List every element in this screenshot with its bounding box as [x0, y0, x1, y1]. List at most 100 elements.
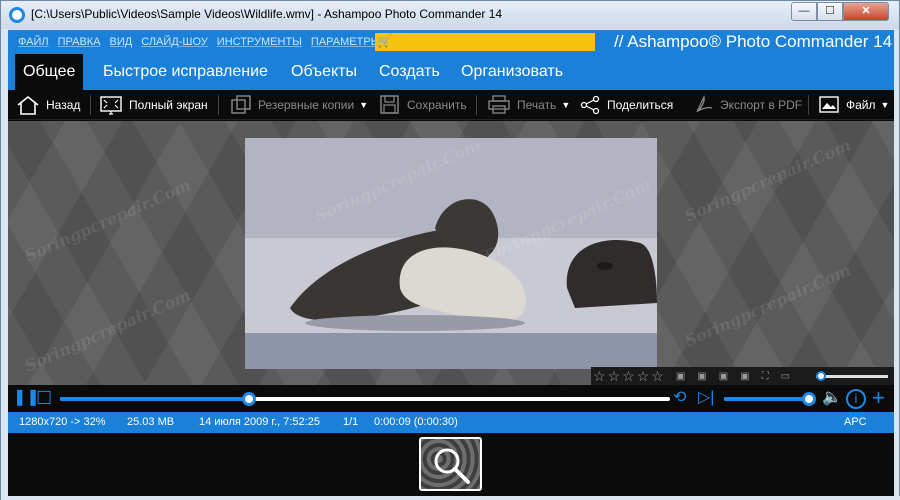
info-icon[interactable]: i	[846, 389, 866, 409]
minimize-button[interactable]: —	[791, 2, 817, 21]
share-icon	[580, 95, 600, 115]
image-file-icon	[819, 96, 839, 113]
backup-icon	[231, 95, 251, 114]
save-label: Сохранить	[407, 98, 467, 112]
status-arc: APC	[844, 416, 867, 428]
zoom-slider[interactable]	[816, 375, 888, 378]
star-icon[interactable]: ☆	[637, 368, 650, 385]
image-icon[interactable]: ▣	[719, 371, 728, 382]
app-content: ФАЙЛ ПРАВКА ВИД СЛАЙД-ШОУ ИНСТРУМЕНТЫ ПА…	[8, 30, 894, 496]
menu-view[interactable]: ВИД	[110, 36, 133, 48]
tab-quick-fix[interactable]: Быстрое исправление	[103, 54, 268, 90]
save-button[interactable]: Сохранить	[379, 90, 467, 120]
watermark-text: Soringpcrepair.Com	[21, 175, 194, 266]
seek-handle[interactable]	[242, 392, 256, 406]
image-icon[interactable]: ▣	[697, 371, 706, 382]
stop-icon[interactable]: ☐	[36, 389, 52, 407]
watermark-text: Soringpcrepair.Com	[21, 285, 194, 376]
star-icon[interactable]: ☆	[622, 368, 635, 385]
menu-edit[interactable]: ПРАВКА	[58, 36, 101, 48]
brand-logo: // Ashampoo® Photo Commander 14	[614, 32, 893, 51]
chevron-down-icon: ▼	[880, 100, 890, 110]
print-label: Печать	[517, 98, 557, 112]
status-filesize: 25.03 MB	[127, 416, 175, 428]
tab-organize[interactable]: Организовать	[461, 54, 563, 90]
menu-tools[interactable]: ИНСТРУМЕНТЫ	[217, 36, 302, 48]
image-icon[interactable]: ▣	[740, 371, 749, 382]
add-icon[interactable]: +	[872, 387, 885, 409]
tab-create[interactable]: Создать	[379, 54, 440, 90]
loop-icon[interactable]: ⟲	[673, 389, 686, 407]
fullscreen-label: Полный экран	[129, 98, 208, 112]
thumbnail-item[interactable]	[419, 437, 482, 491]
close-button[interactable]: ✕	[843, 2, 889, 21]
status-time: 0:00:09 (0:00:30)	[374, 416, 458, 428]
toolbar: Назад Полный экран Резервные копии ▼ Сох…	[8, 90, 894, 120]
ribbon-tabs: Общее Быстрое исправление Объекты Создат…	[8, 54, 894, 90]
star-icon[interactable]: ☆	[608, 368, 621, 385]
magnifier-icon	[434, 448, 470, 484]
rating-strip: ☆ ☆ ☆ ☆ ☆ ▣ ▣ ▣ ▣ ⛶ ▭	[591, 367, 894, 385]
chevron-down-icon: ▼	[359, 100, 369, 110]
toolbar-divider	[808, 95, 809, 115]
floppy-icon	[380, 95, 399, 114]
home-icon	[17, 95, 39, 115]
thumbnail-strip	[8, 433, 894, 496]
tab-general[interactable]: Общее	[15, 54, 84, 90]
star-icon[interactable]: ☆	[593, 368, 606, 385]
status-index: 1/1	[343, 416, 359, 428]
toolbar-divider	[476, 95, 477, 115]
status-resolution: 1280x720 -> 32%	[19, 416, 106, 428]
fullscreen-button[interactable]: Полный экран	[99, 90, 208, 120]
fit-icon[interactable]: ⛶	[762, 371, 769, 382]
image-viewer[interactable]: Soringpcrepair.Com Soringpcrepair.Com So…	[8, 121, 894, 385]
fullscreen-icon	[100, 96, 122, 115]
back-button[interactable]: Назад	[16, 90, 80, 120]
back-label: Назад	[46, 98, 81, 112]
star-icon[interactable]: ☆	[651, 368, 664, 385]
volume-handle[interactable]	[802, 392, 816, 406]
status-bar: 1280x720 -> 32% 25.03 MB 14 июля 2009 г.…	[8, 412, 894, 433]
tab-objects[interactable]: Объекты	[291, 54, 357, 90]
backups-button[interactable]: Резервные копии ▼	[230, 90, 368, 120]
file-button[interactable]: Файл ▼	[818, 90, 889, 120]
toolbar-divider	[90, 95, 91, 115]
share-button[interactable]: Поделиться	[579, 90, 673, 120]
cart-icon: 🛒	[377, 34, 392, 48]
video-frame	[245, 138, 657, 369]
share-label: Поделиться	[607, 98, 674, 112]
playback-bar: ❚❚ ☐ ⟲ ▷| 🔈 i +	[8, 386, 894, 411]
zoom-slider-handle[interactable]	[816, 371, 826, 381]
print-button[interactable]: Печать ▼	[487, 90, 570, 120]
next-frame-icon[interactable]: ▷|	[698, 389, 714, 407]
pdf-icon	[696, 95, 713, 113]
volume-track[interactable]	[724, 392, 816, 406]
title-bar: [C:\Users\Public\Videos\Sample Videos\Wi…	[1, 1, 899, 29]
seals-image	[245, 138, 657, 369]
volume-level	[724, 397, 809, 401]
watermark-text: Soringpcrepair.Com	[681, 260, 854, 351]
file-label: Файл	[846, 98, 876, 112]
printer-icon	[488, 95, 510, 114]
menu-bar: ФАЙЛ ПРАВКА ВИД СЛАЙД-ШОУ ИНСТРУМЕНТЫ ПА…	[8, 30, 894, 54]
menu-file[interactable]: ФАЙЛ	[18, 36, 49, 48]
seek-progress	[60, 397, 249, 401]
watermark-text: Soringpcrepair.Com	[681, 135, 854, 226]
toolbar-divider	[218, 95, 219, 115]
promo-banner[interactable]: 🛒	[375, 33, 595, 51]
seek-track[interactable]	[60, 392, 670, 406]
chevron-down-icon: ▼	[561, 100, 571, 110]
maximize-button[interactable]: ☐	[817, 2, 843, 21]
menu-slideshow[interactable]: СЛАЙД-ШОУ	[141, 36, 208, 48]
app-window: [C:\Users\Public\Videos\Sample Videos\Wi…	[0, 0, 900, 500]
window-title: [C:\Users\Public\Videos\Sample Videos\Wi…	[31, 7, 503, 21]
image-icon[interactable]: ▣	[676, 371, 685, 382]
export-pdf-label: Экспорт в PDF	[720, 98, 803, 112]
monitor-icon[interactable]: ▭	[781, 371, 790, 382]
backups-label: Резервные копии	[258, 98, 355, 112]
window-bottom-border	[1, 496, 900, 500]
status-date: 14 июля 2009 г., 7:52:25	[199, 416, 320, 428]
menu-options[interactable]: ПАРАМЕТРЫ	[311, 36, 380, 48]
export-pdf-button[interactable]: Экспорт в PDF	[694, 90, 802, 120]
volume-icon[interactable]: 🔈	[822, 389, 842, 407]
